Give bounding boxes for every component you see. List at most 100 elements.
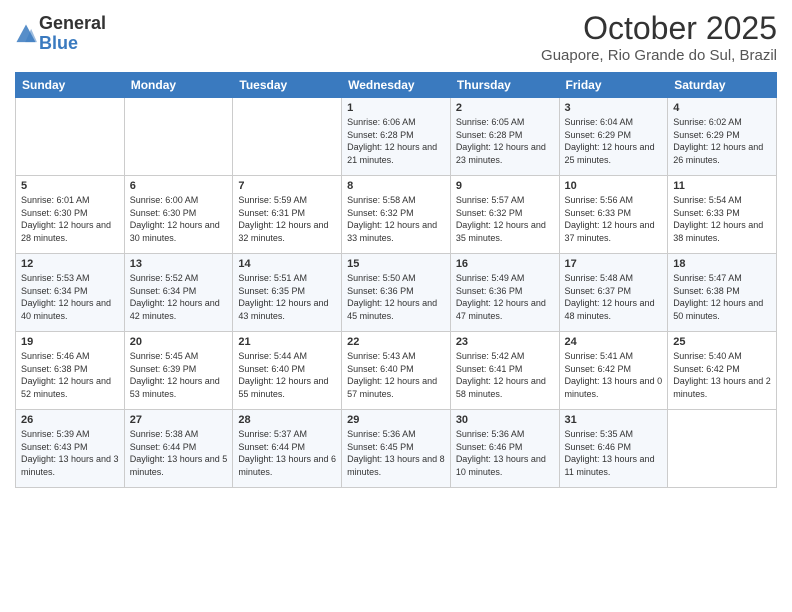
cell-5-2: 27 Sunrise: 5:38 AM Sunset: 6:44 PM Dayli…	[124, 410, 233, 488]
cell-5-1: 26 Sunrise: 5:39 AM Sunset: 6:43 PM Dayli…	[16, 410, 125, 488]
cell-2-1: 5Sunrise: 6:01 AM Sunset: 6:30 PM Daylig…	[16, 176, 125, 254]
day-info: Sunrise: 5:52 AM Sunset: 6:34 PM Dayligh…	[130, 272, 228, 322]
cell-3-6: 17Sunrise: 5:48 AM Sunset: 6:37 PM Dayli…	[559, 254, 668, 332]
day-info: Sunrise: 5:36 AM Sunset: 6:46 PM Dayligh…	[456, 428, 554, 478]
calendar-container: General Blue October 2025 Guapore, Rio G…	[0, 0, 792, 498]
day-number: 17	[565, 258, 663, 270]
location-subtitle: Guapore, Rio Grande do Sul, Brazil	[541, 47, 777, 64]
cell-1-7: 4Sunrise: 6:02 AM Sunset: 6:29 PM Daylig…	[668, 98, 777, 176]
cell-2-5: 9 Sunrise: 5:57 AM Sunset: 6:32 PM Daylig…	[450, 176, 559, 254]
day-number: 21	[238, 336, 336, 348]
cell-3-2: 13Sunrise: 5:52 AM Sunset: 6:34 PM Dayli…	[124, 254, 233, 332]
day-info: Sunrise: 5:42 AM Sunset: 6:41 PM Dayligh…	[456, 350, 554, 400]
day-number: 28	[238, 414, 336, 426]
col-saturday: Saturday	[668, 73, 777, 98]
cell-4-2: 20 Sunrise: 5:45 AM Sunset: 6:39 PM Dayli…	[124, 332, 233, 410]
day-number: 10	[565, 180, 663, 192]
logo-icon	[15, 23, 37, 45]
logo: General Blue	[15, 14, 106, 54]
day-info: Sunrise: 5:57 AM Sunset: 6:32 PM Dayligh…	[456, 194, 554, 244]
cell-3-5: 16 Sunrise: 5:49 AM Sunset: 6:36 PM Dayli…	[450, 254, 559, 332]
logo-text: General Blue	[39, 14, 106, 54]
logo-blue: Blue	[39, 33, 78, 53]
cell-2-6: 10 Sunrise: 5:56 AM Sunset: 6:33 PM Dayli…	[559, 176, 668, 254]
cell-5-6: 31Sunrise: 5:35 AM Sunset: 6:46 PM Dayli…	[559, 410, 668, 488]
cell-1-1	[16, 98, 125, 176]
cell-5-3: 28 Sunrise: 5:37 AM Sunset: 6:44 PM Dayli…	[233, 410, 342, 488]
day-number: 14	[238, 258, 336, 270]
cell-4-5: 23 Sunrise: 5:42 AM Sunset: 6:41 PM Dayli…	[450, 332, 559, 410]
day-number: 26	[21, 414, 119, 426]
day-number: 7	[238, 180, 336, 192]
cell-1-4: 1 Sunrise: 6:06 AM Sunset: 6:28 PM Daylig…	[342, 98, 451, 176]
day-info: Sunrise: 5:56 AM Sunset: 6:33 PM Dayligh…	[565, 194, 663, 244]
cell-3-3: 14 Sunrise: 5:51 AM Sunset: 6:35 PM Dayli…	[233, 254, 342, 332]
day-info: Sunrise: 5:40 AM Sunset: 6:42 PM Dayligh…	[673, 350, 771, 400]
day-number: 12	[21, 258, 119, 270]
cell-4-3: 21 Sunrise: 5:44 AM Sunset: 6:40 PM Dayli…	[233, 332, 342, 410]
day-info: Sunrise: 6:01 AM Sunset: 6:30 PM Dayligh…	[21, 194, 119, 244]
day-info: Sunrise: 6:00 AM Sunset: 6:30 PM Dayligh…	[130, 194, 228, 244]
day-number: 30	[456, 414, 554, 426]
day-number: 3	[565, 102, 663, 114]
day-info: Sunrise: 5:41 AM Sunset: 6:42 PM Dayligh…	[565, 350, 663, 400]
day-info: Sunrise: 5:39 AM Sunset: 6:43 PM Dayligh…	[21, 428, 119, 478]
cell-2-2: 6 Sunrise: 6:00 AM Sunset: 6:30 PM Daylig…	[124, 176, 233, 254]
day-info: Sunrise: 6:04 AM Sunset: 6:29 PM Dayligh…	[565, 116, 663, 166]
calendar-body: 1 Sunrise: 6:06 AM Sunset: 6:28 PM Daylig…	[16, 98, 777, 488]
day-info: Sunrise: 5:37 AM Sunset: 6:44 PM Dayligh…	[238, 428, 336, 478]
day-number: 20	[130, 336, 228, 348]
col-thursday: Thursday	[450, 73, 559, 98]
day-info: Sunrise: 5:45 AM Sunset: 6:39 PM Dayligh…	[130, 350, 228, 400]
day-number: 2	[456, 102, 554, 114]
day-info: Sunrise: 5:50 AM Sunset: 6:36 PM Dayligh…	[347, 272, 445, 322]
day-info: Sunrise: 5:49 AM Sunset: 6:36 PM Dayligh…	[456, 272, 554, 322]
week-row-5: 26 Sunrise: 5:39 AM Sunset: 6:43 PM Dayli…	[16, 410, 777, 488]
day-number: 25	[673, 336, 771, 348]
day-number: 8	[347, 180, 445, 192]
cell-4-4: 22 Sunrise: 5:43 AM Sunset: 6:40 PM Dayli…	[342, 332, 451, 410]
day-info: Sunrise: 5:36 AM Sunset: 6:45 PM Dayligh…	[347, 428, 445, 478]
day-info: Sunrise: 5:44 AM Sunset: 6:40 PM Dayligh…	[238, 350, 336, 400]
cell-3-7: 18Sunrise: 5:47 AM Sunset: 6:38 PM Dayli…	[668, 254, 777, 332]
day-info: Sunrise: 5:59 AM Sunset: 6:31 PM Dayligh…	[238, 194, 336, 244]
day-number: 15	[347, 258, 445, 270]
cell-1-6: 3 Sunrise: 6:04 AM Sunset: 6:29 PM Daylig…	[559, 98, 668, 176]
cell-4-6: 24Sunrise: 5:41 AM Sunset: 6:42 PM Dayli…	[559, 332, 668, 410]
day-info: Sunrise: 5:51 AM Sunset: 6:35 PM Dayligh…	[238, 272, 336, 322]
day-info: Sunrise: 6:05 AM Sunset: 6:28 PM Dayligh…	[456, 116, 554, 166]
week-row-4: 19 Sunrise: 5:46 AM Sunset: 6:38 PM Dayli…	[16, 332, 777, 410]
week-row-2: 5Sunrise: 6:01 AM Sunset: 6:30 PM Daylig…	[16, 176, 777, 254]
day-info: Sunrise: 5:35 AM Sunset: 6:46 PM Dayligh…	[565, 428, 663, 478]
week-row-1: 1 Sunrise: 6:06 AM Sunset: 6:28 PM Daylig…	[16, 98, 777, 176]
cell-5-7	[668, 410, 777, 488]
cell-2-7: 11Sunrise: 5:54 AM Sunset: 6:33 PM Dayli…	[668, 176, 777, 254]
week-row-3: 12 Sunrise: 5:53 AM Sunset: 6:34 PM Dayli…	[16, 254, 777, 332]
cell-2-4: 8 Sunrise: 5:58 AM Sunset: 6:32 PM Daylig…	[342, 176, 451, 254]
day-number: 9	[456, 180, 554, 192]
cell-3-4: 15 Sunrise: 5:50 AM Sunset: 6:36 PM Dayli…	[342, 254, 451, 332]
day-number: 29	[347, 414, 445, 426]
day-number: 6	[130, 180, 228, 192]
day-info: Sunrise: 6:06 AM Sunset: 6:28 PM Dayligh…	[347, 116, 445, 166]
day-number: 16	[456, 258, 554, 270]
cell-2-3: 7 Sunrise: 5:59 AM Sunset: 6:31 PM Daylig…	[233, 176, 342, 254]
day-info: Sunrise: 5:43 AM Sunset: 6:40 PM Dayligh…	[347, 350, 445, 400]
day-info: Sunrise: 5:53 AM Sunset: 6:34 PM Dayligh…	[21, 272, 119, 322]
day-info: Sunrise: 5:38 AM Sunset: 6:44 PM Dayligh…	[130, 428, 228, 478]
col-monday: Monday	[124, 73, 233, 98]
header: General Blue October 2025 Guapore, Rio G…	[15, 10, 777, 64]
cell-1-5: 2 Sunrise: 6:05 AM Sunset: 6:28 PM Daylig…	[450, 98, 559, 176]
day-number: 27	[130, 414, 228, 426]
day-number: 1	[347, 102, 445, 114]
day-number: 23	[456, 336, 554, 348]
cell-1-2	[124, 98, 233, 176]
day-number: 22	[347, 336, 445, 348]
day-info: Sunrise: 5:58 AM Sunset: 6:32 PM Dayligh…	[347, 194, 445, 244]
col-friday: Friday	[559, 73, 668, 98]
col-wednesday: Wednesday	[342, 73, 451, 98]
day-info: Sunrise: 5:46 AM Sunset: 6:38 PM Dayligh…	[21, 350, 119, 400]
cell-3-1: 12 Sunrise: 5:53 AM Sunset: 6:34 PM Dayli…	[16, 254, 125, 332]
day-number: 19	[21, 336, 119, 348]
calendar-table: Sunday Monday Tuesday Wednesday Thursday…	[15, 72, 777, 488]
